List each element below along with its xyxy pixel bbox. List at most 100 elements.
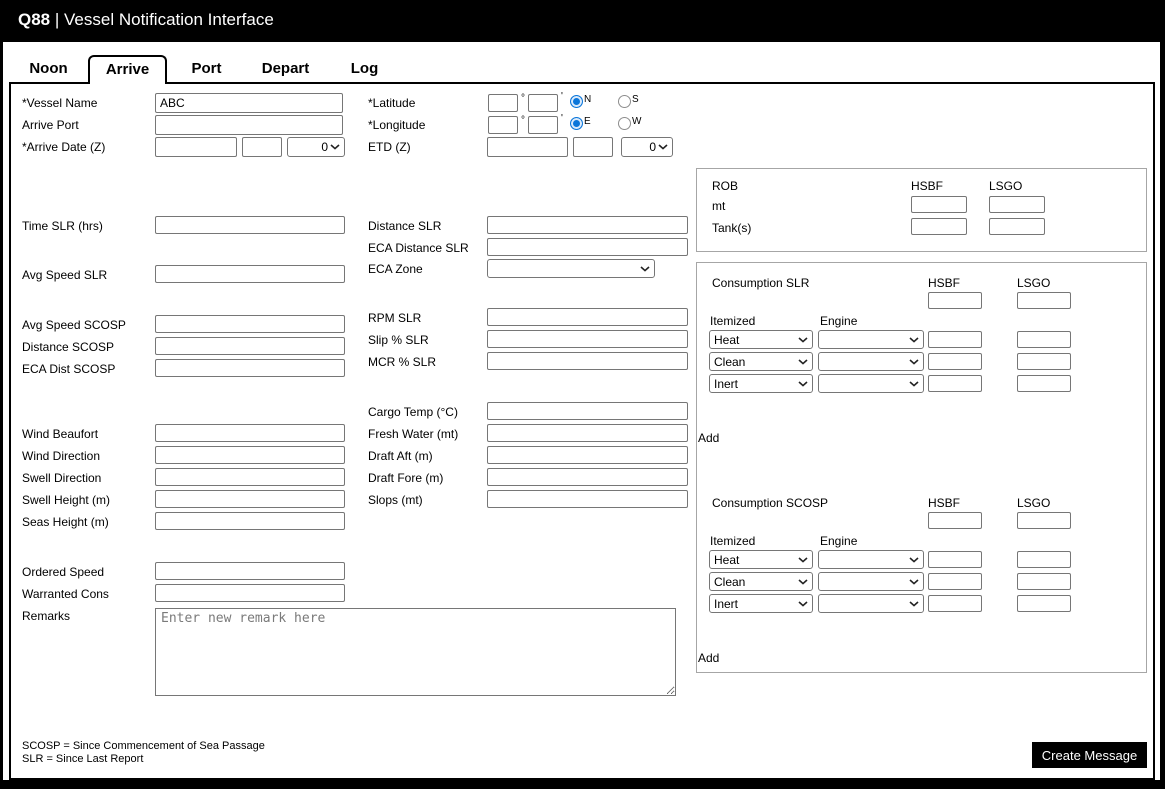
slip-slr-input[interactable]: [487, 330, 688, 348]
consumption-slr-engine-header: Engine: [820, 314, 857, 328]
add-scosp-row-link[interactable]: Add: [698, 651, 719, 665]
consumption-scosp-total-hsbf-input[interactable]: [928, 512, 982, 529]
latitude-minutes-input[interactable]: [528, 94, 558, 112]
wind-beaufort-input[interactable]: [155, 424, 345, 442]
rob-mt-hsbf-input[interactable]: [911, 196, 967, 213]
rpm-slr-input[interactable]: [487, 308, 688, 326]
tab-noon[interactable]: Noon: [9, 55, 88, 83]
slr-row1-lsgo-input[interactable]: [1017, 331, 1071, 348]
rob-hsbf-header: HSBF: [911, 179, 943, 193]
latitude-north-radio[interactable]: [570, 95, 583, 108]
consumption-slr-total-hsbf-input[interactable]: [928, 292, 982, 309]
longitude-minutes-input[interactable]: [528, 116, 558, 134]
scosp-row1-hsbf-input[interactable]: [928, 551, 982, 568]
longitude-east-radio[interactable]: [570, 117, 583, 130]
vessel-name-input[interactable]: [155, 93, 343, 113]
etd-utc-select[interactable]: 0: [621, 137, 673, 157]
slr-row1-itemized-select[interactable]: Heat: [709, 330, 813, 349]
arrive-time-input[interactable]: [242, 137, 282, 157]
tab-depart[interactable]: Depart: [246, 55, 325, 83]
remarks-textarea[interactable]: [155, 608, 676, 696]
eca-dist-scosp-input[interactable]: [155, 359, 345, 377]
scosp-row3-lsgo-input[interactable]: [1017, 595, 1071, 612]
eca-zone-select[interactable]: [487, 259, 655, 278]
longitude-west-radio[interactable]: [618, 117, 631, 130]
swell-height-input[interactable]: [155, 490, 345, 508]
fresh-water-label: Fresh Water (mt): [368, 427, 458, 441]
slops-label: Slops (mt): [368, 493, 423, 507]
longitude-degrees-input[interactable]: [488, 116, 518, 134]
fresh-water-input[interactable]: [487, 424, 688, 442]
slr-row1-hsbf-input[interactable]: [928, 331, 982, 348]
slr-row3-itemized-select[interactable]: Inert: [709, 374, 813, 393]
swell-height-label: Swell Height (m): [22, 493, 110, 507]
etd-time-input[interactable]: [573, 137, 613, 157]
etd-utc-select-wrap: 0: [621, 137, 673, 157]
draft-aft-label: Draft Aft (m): [368, 449, 433, 463]
title-text: Vessel Notification Interface: [64, 10, 274, 29]
swell-direction-input[interactable]: [155, 468, 345, 486]
consumption-scosp-lsgo-header: LSGO: [1017, 496, 1050, 510]
seas-height-input[interactable]: [155, 512, 345, 530]
slr-row3-itemized-select-wrap: Inert: [709, 374, 813, 393]
slops-input[interactable]: [487, 490, 688, 508]
add-slr-row-link[interactable]: Add: [698, 431, 719, 445]
slr-row2-engine-select[interactable]: [818, 352, 924, 371]
avg-speed-scosp-input[interactable]: [155, 315, 345, 333]
app-brand: Q88: [18, 10, 50, 29]
scosp-row2-itemized-select[interactable]: Clean: [709, 572, 813, 591]
draft-aft-input[interactable]: [487, 446, 688, 464]
rob-mt-lsgo-input[interactable]: [989, 196, 1045, 213]
slr-row1-engine-select[interactable]: [818, 330, 924, 349]
scosp-row1-itemized-select[interactable]: Heat: [709, 550, 813, 569]
slr-row3-engine-select[interactable]: [818, 374, 924, 393]
tab-log[interactable]: Log: [325, 55, 404, 83]
longitude-west-label: W: [632, 116, 641, 127]
arrive-date-label: *Arrive Date (Z): [22, 140, 105, 154]
scosp-row2-engine-select[interactable]: [818, 572, 924, 591]
slr-row3-hsbf-input[interactable]: [928, 375, 982, 392]
etd-date-input[interactable]: [487, 137, 568, 157]
slr-row3-lsgo-input[interactable]: [1017, 375, 1071, 392]
arrive-port-input[interactable]: [155, 115, 343, 135]
arrive-utc-select[interactable]: 0: [287, 137, 345, 157]
consumption-slr-total-lsgo-input[interactable]: [1017, 292, 1071, 309]
eca-distance-slr-input[interactable]: [487, 238, 688, 256]
cargo-temp-input[interactable]: [487, 402, 688, 420]
swell-direction-label: Swell Direction: [22, 471, 101, 485]
latitude-south-radio[interactable]: [618, 95, 631, 108]
rob-lsgo-header: LSGO: [989, 179, 1022, 193]
warranted-cons-input[interactable]: [155, 584, 345, 602]
distance-scosp-label: Distance SCOSP: [22, 340, 114, 354]
ordered-speed-input[interactable]: [155, 562, 345, 580]
rob-tanks-hsbf-input[interactable]: [911, 218, 967, 235]
mcr-slr-input[interactable]: [487, 352, 688, 370]
draft-fore-input[interactable]: [487, 468, 688, 486]
distance-scosp-input[interactable]: [155, 337, 345, 355]
tab-port[interactable]: Port: [167, 55, 246, 83]
scosp-row2-hsbf-input[interactable]: [928, 573, 982, 590]
time-slr-input[interactable]: [155, 216, 345, 234]
wind-beaufort-label: Wind Beaufort: [22, 427, 98, 441]
avg-speed-slr-input[interactable]: [155, 265, 345, 283]
scosp-row3-engine-select[interactable]: [818, 594, 924, 613]
slr-row2-hsbf-input[interactable]: [928, 353, 982, 370]
latitude-degrees-input[interactable]: [488, 94, 518, 112]
scosp-row2-lsgo-input[interactable]: [1017, 573, 1071, 590]
tab-arrive[interactable]: Arrive: [88, 55, 167, 84]
scosp-row1-engine-select[interactable]: [818, 550, 924, 569]
slr-row2-itemized-select[interactable]: Clean: [709, 352, 813, 371]
scosp-row1-engine-select-wrap: [818, 550, 924, 569]
scosp-row1-lsgo-input[interactable]: [1017, 551, 1071, 568]
distance-slr-input[interactable]: [487, 216, 688, 234]
wind-direction-input[interactable]: [155, 446, 345, 464]
slr-row2-lsgo-input[interactable]: [1017, 353, 1071, 370]
rob-tanks-lsgo-input[interactable]: [989, 218, 1045, 235]
scosp-row3-hsbf-input[interactable]: [928, 595, 982, 612]
distance-slr-label: Distance SLR: [368, 219, 441, 233]
create-message-button[interactable]: Create Message: [1032, 742, 1147, 768]
consumption-scosp-total-lsgo-input[interactable]: [1017, 512, 1071, 529]
eca-zone-label: ECA Zone: [368, 262, 423, 276]
arrive-date-input[interactable]: [155, 137, 237, 157]
scosp-row3-itemized-select[interactable]: Inert: [709, 594, 813, 613]
